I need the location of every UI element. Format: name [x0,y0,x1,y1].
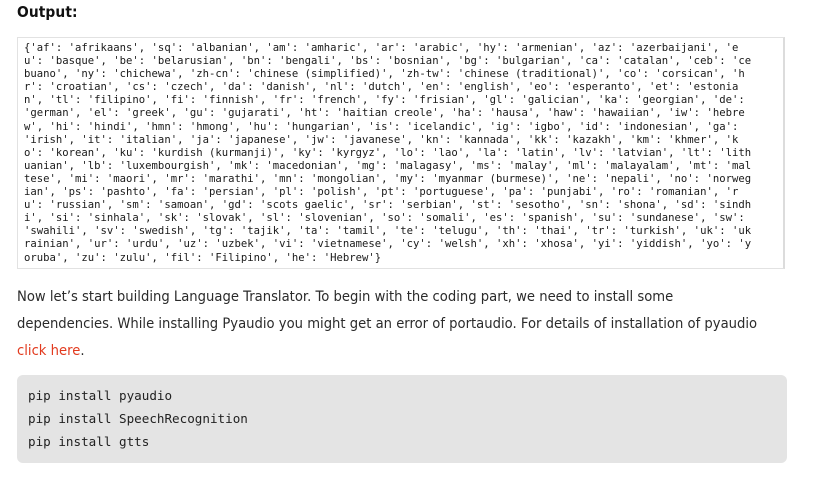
code-line: pip install SpeechRecognition [28,411,248,426]
output-line: i', 'si': 'sinhala', 'sk': 'slovak', 'sl… [24,212,745,225]
output-line: tese', 'mi': 'maori', 'mr': 'marathi', '… [24,172,752,185]
code-line: pip install pyaudio [28,388,173,403]
code-line: pip install gtts [28,434,150,449]
output-line: 'german', 'el': 'greek', 'gu': 'gujarati… [24,107,745,120]
output-heading: Output: [17,3,78,21]
output-line: 'irish', 'it': 'italian', 'ja': 'japanes… [24,133,739,146]
output-line: oruba', 'zu': 'zulu', 'fil': 'Filipino',… [24,251,382,264]
output-line: n', 'tl': 'filipino', 'fi': 'finnish', '… [24,94,745,107]
code-block: pip install pyaudio pip install SpeechRe… [17,375,787,463]
output-line: o': 'korean', 'ku': 'kurdish (kurmanji)'… [24,146,752,159]
paragraph-text: Now let’s start building Language Transl… [17,289,758,332]
output-line: buano', 'ny': 'chichewa', 'zh-cn': 'chin… [24,68,745,81]
output-line: r': 'croatian', 'cs': 'czech', 'da': 'da… [24,81,739,94]
output-line: u': 'basque', 'be': 'belarusian', 'bn': … [24,55,752,68]
output-line: rainian', 'ur': 'urdu', 'uz': 'uzbek', '… [24,238,752,251]
paragraph-text-end: . [80,343,85,359]
output-line: 'swahili', 'sv': 'swedish', 'tg': 'tajik… [24,225,752,238]
output-line: ian', 'ps': 'pashto', 'fa': 'persian', '… [24,186,739,199]
intro-paragraph: Now let’s start building Language Transl… [17,284,771,365]
output-line: uanian', 'lb': 'luxembourgish', 'mk': 'm… [24,159,752,172]
output-text: {'af': 'afrikaans', 'sq': 'albanian', 'a… [18,38,783,265]
click-here-link[interactable]: click here [17,343,80,359]
output-line: {'af': 'afrikaans', 'sq': 'albanian', 'a… [24,42,739,54]
output-block: {'af': 'afrikaans', 'sq': 'albanian', 'a… [17,37,785,269]
output-line: w', 'hi': 'hindi', 'hmn': 'hmong', 'hu':… [24,120,739,133]
output-line: u': 'russian', 'sm': 'samoan', 'gd': 'sc… [24,199,752,212]
